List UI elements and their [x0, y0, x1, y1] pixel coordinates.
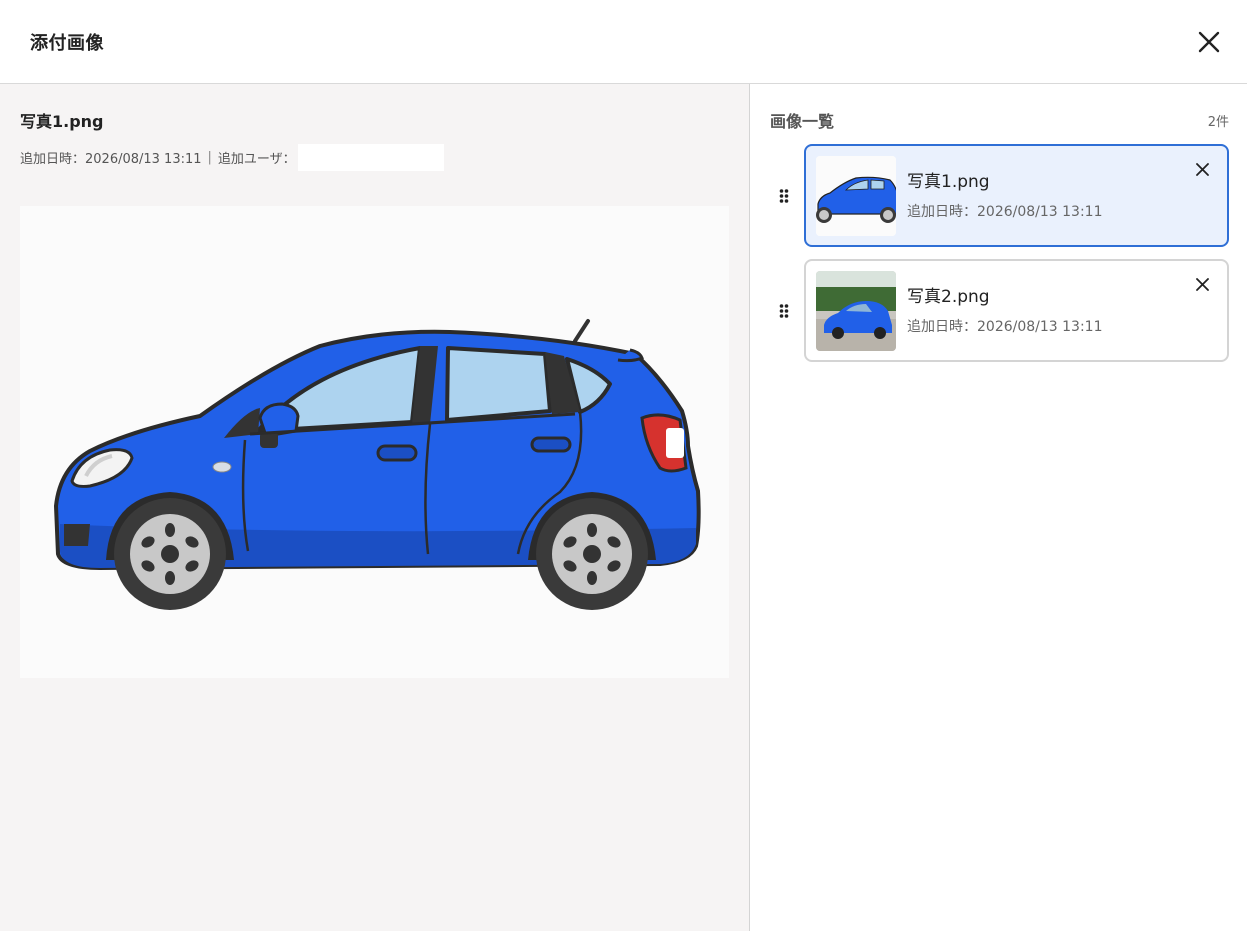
remove-image-button[interactable]: [1193, 275, 1211, 293]
meta-separator: |: [207, 149, 212, 165]
thumbnail-image: [816, 155, 896, 236]
file-meta: 追加日時：2026/08/13 13:11 | 追加ユーザ：: [20, 143, 729, 171]
drag-handle-icon: [779, 188, 789, 203]
close-button[interactable]: [1195, 28, 1223, 56]
added-user-value: [297, 143, 444, 171]
list-item: 写真2.png 追加日時：2026/08/13 13:11: [770, 259, 1229, 362]
drag-handle-icon: [779, 303, 789, 318]
image-card-1[interactable]: 写真1.png 追加日時：2026/08/13 13:11: [804, 144, 1229, 247]
card-added-at: 追加日時：2026/08/13 13:11: [907, 203, 1103, 220]
image-detail-panel: 写真1.png 追加日時：2026/08/13 13:11 | 追加ユーザ：: [0, 84, 750, 931]
selected-file-name: 写真1.png: [20, 112, 104, 131]
image-list: 写真1.png 追加日時：2026/08/13 13:11 写真2.png 追加…: [770, 144, 1229, 362]
card-file-name: 写真2.png: [907, 286, 990, 307]
image-card-2[interactable]: 写真2.png 追加日時：2026/08/13 13:11: [804, 259, 1229, 362]
dialog-title: 添付画像: [30, 32, 104, 54]
rear-wheel: [536, 498, 648, 610]
card-file-name: 写真1.png: [907, 171, 990, 192]
image-list-panel: 画像一覧 2件 写真1.png 追加日時：2026/08/13 13:11 写真…: [750, 84, 1247, 931]
list-item: 写真1.png 追加日時：2026/08/13 13:11: [770, 144, 1229, 247]
car-illustration: [54, 319, 701, 610]
drag-handle[interactable]: [770, 301, 804, 321]
card-added-at: 追加日時：2026/08/13 13:11: [907, 318, 1103, 335]
added-at-label: 追加日時：2026/08/13 13:11: [20, 151, 202, 167]
added-user-label: 追加ユーザ：: [217, 151, 296, 167]
thumbnail-1: [816, 155, 896, 236]
remove-icon: [1195, 277, 1209, 291]
image-count: 2件: [1207, 114, 1229, 130]
attachment-dialog: 添付画像 写真1.png 追加日時：2026/08/13 13:11 | 追加ユ…: [0, 0, 1247, 931]
dialog-header: 添付画像: [0, 0, 1247, 84]
front-wheel: [114, 498, 226, 610]
image-preview: [20, 206, 729, 678]
drag-handle[interactable]: [770, 186, 804, 206]
remove-icon: [1195, 162, 1209, 176]
thumbnail-2: [816, 270, 896, 351]
close-icon: [1198, 31, 1220, 52]
remove-image-button[interactable]: [1193, 160, 1211, 178]
image-list-title: 画像一覧: [770, 112, 835, 131]
thumbnail-image: [816, 270, 896, 351]
image-list-header: 画像一覧 2件: [770, 108, 1229, 132]
